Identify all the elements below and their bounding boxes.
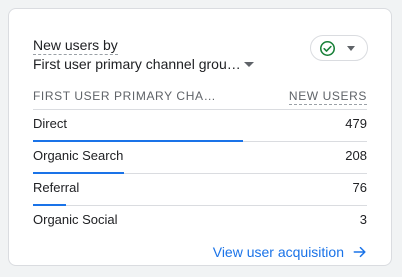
caret-down-icon	[243, 62, 254, 67]
row-label: Organic Social	[33, 212, 118, 227]
arrow-right-icon	[353, 246, 366, 258]
dimension-selector-label: First user primary channel grou…	[33, 56, 241, 72]
row-value: 479	[345, 116, 367, 131]
metric-column-header[interactable]: NEW USERS	[288, 89, 367, 105]
row-label: Referral	[33, 180, 80, 195]
row-label: Organic Search	[33, 148, 124, 163]
data-quality-status-button[interactable]	[310, 35, 368, 61]
footer-link-label: View user acquisition	[212, 244, 344, 260]
card-title: New users by	[33, 37, 118, 55]
table-row[interactable]: Organic Search 208	[33, 142, 367, 174]
caret-down-icon	[347, 45, 355, 51]
row-label: Direct	[33, 116, 67, 131]
check-circle-icon	[319, 40, 336, 56]
dimension-column-header: FIRST USER PRIMARY CHA…	[33, 89, 217, 103]
table-row[interactable]: Direct 479	[33, 110, 367, 142]
row-value: 3	[359, 212, 367, 227]
table-row[interactable]: Organic Social 3	[33, 206, 367, 238]
new-users-card: New users by First user primary channel …	[8, 8, 392, 266]
row-value: 208	[345, 148, 367, 163]
row-value: 76	[352, 180, 367, 195]
view-user-acquisition-link[interactable]: View user acquisition	[213, 243, 367, 261]
dimension-selector[interactable]: First user primary channel grou…	[33, 55, 254, 73]
table-row[interactable]: Referral 76	[33, 174, 367, 206]
